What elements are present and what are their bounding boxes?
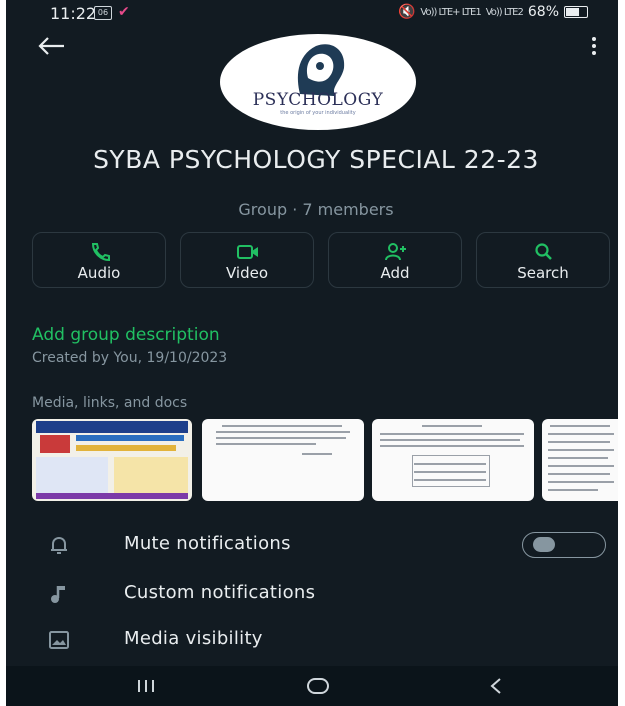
video-button[interactable]: Video [180, 232, 314, 288]
status-time: 11:22 [50, 4, 97, 23]
created-by-text: Created by You, 19/10/2023 [32, 350, 228, 366]
mute-notifications-label: Mute notifications [124, 533, 291, 554]
mute-icon: 🔇 [397, 4, 416, 20]
phone-icon [91, 243, 110, 262]
recents-icon[interactable] [134, 676, 158, 696]
image-icon [49, 631, 69, 649]
group-member-count[interactable]: Group · 7 members [26, 200, 606, 219]
home-icon[interactable] [306, 676, 330, 696]
toggle-knob [533, 537, 555, 552]
media-visibility-row[interactable]: Media visibility [6, 621, 618, 661]
network-2: Vo)) LTE2 [485, 6, 524, 18]
audio-button[interactable]: Audio [32, 232, 166, 288]
custom-notifications-row[interactable]: Custom notifications [6, 575, 618, 615]
search-label: Search [517, 264, 569, 282]
video-icon [237, 245, 258, 259]
add-label: Add [380, 264, 410, 282]
back-nav-icon[interactable] [484, 676, 508, 696]
battery-percent: 68% [527, 4, 559, 20]
battery-icon [564, 6, 588, 18]
add-group-description[interactable]: Add group description [32, 325, 220, 345]
network-1: Vo)) LTE+ LTE1 [420, 6, 481, 18]
group-info-screen: 11:22 06 ✔ 🔇 Vo)) LTE+ LTE1 Vo)) LTE2 68… [6, 0, 618, 706]
media-thumbnail[interactable] [32, 419, 192, 501]
media-visibility-label: Media visibility [124, 628, 263, 649]
mute-toggle[interactable] [522, 532, 606, 558]
group-avatar[interactable]: PSYCHOLOGY the origin of your individual… [220, 34, 416, 130]
media-thumbnail[interactable] [202, 419, 364, 501]
media-section-title[interactable]: Media, links, and docs [32, 395, 187, 411]
media-thumbnail[interactable] [542, 419, 618, 501]
avatar-tagline: the origin of your individuality [280, 110, 356, 116]
notification-icon: 06 [94, 6, 112, 20]
status-bar: 11:22 06 ✔ 🔇 Vo)) LTE+ LTE1 Vo)) LTE2 68… [6, 0, 618, 28]
custom-notifications-label: Custom notifications [124, 582, 316, 603]
mute-notifications-row[interactable]: Mute notifications [6, 526, 618, 566]
arrow-left-icon[interactable] [36, 36, 66, 56]
music-note-icon [51, 586, 65, 603]
avatar-brand-text: PSYCHOLOGY [252, 90, 384, 110]
search-button[interactable]: Search [476, 232, 610, 288]
video-label: Video [225, 264, 269, 282]
action-buttons: Audio Video Add Search [32, 232, 612, 288]
media-thumbnail[interactable] [372, 419, 534, 501]
group-name: SYBA PSYCHOLOGY SPECIAL 22-23 [93, 145, 539, 174]
add-person-icon [385, 243, 406, 261]
audio-label: Audio [77, 264, 121, 282]
bell-icon [51, 536, 67, 554]
system-navigation-bar [6, 666, 618, 706]
app-notification-icon: ✔ [118, 4, 130, 20]
status-right: 🔇 Vo)) LTE+ LTE1 Vo)) LTE2 68% [398, 4, 588, 20]
search-icon [535, 243, 552, 260]
more-vert-icon[interactable] [590, 36, 598, 56]
add-button[interactable]: Add [328, 232, 462, 288]
